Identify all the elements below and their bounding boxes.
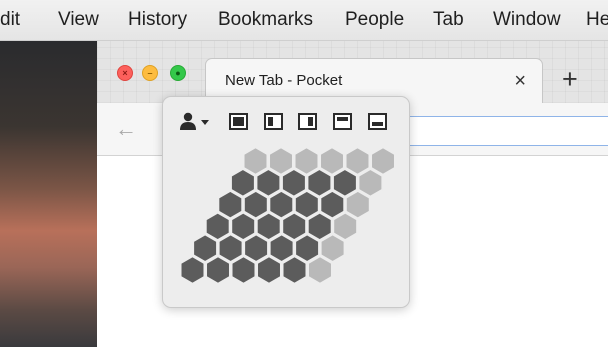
hex-cell[interactable] [358, 168, 383, 198]
hex-cell[interactable] [243, 146, 268, 176]
hex-cell[interactable] [320, 233, 345, 263]
menu-people[interactable]: People [345, 0, 404, 40]
hex-cell[interactable] [332, 212, 358, 241]
menu-view[interactable]: View [58, 0, 99, 40]
tab-close-icon[interactable]: × [514, 59, 526, 103]
hex-cell[interactable] [269, 233, 294, 263]
hex-cell[interactable] [256, 255, 282, 285]
hex-cell[interactable] [319, 146, 345, 176]
hex-cell[interactable] [256, 168, 281, 198]
hex-cell[interactable] [345, 146, 370, 176]
hex-cell[interactable] [307, 212, 333, 241]
hex-cell[interactable] [268, 146, 294, 176]
hex-cell[interactable] [231, 255, 256, 285]
hex-cell[interactable] [370, 146, 396, 176]
window-zoom-button[interactable]: ● [170, 65, 186, 81]
hex-cell[interactable] [281, 212, 307, 241]
hex-grid[interactable] [163, 97, 411, 309]
hex-cell[interactable] [307, 255, 333, 285]
window-close-button[interactable]: × [117, 65, 133, 81]
hex-cell[interactable] [319, 190, 345, 219]
hex-cell[interactable] [294, 233, 320, 263]
desktop-background [0, 41, 97, 347]
hex-cell[interactable] [230, 212, 256, 241]
hex-cell[interactable] [230, 168, 256, 198]
menu-help[interactable]: He [586, 0, 608, 40]
hex-cell[interactable] [243, 190, 269, 219]
hex-cell[interactable] [180, 255, 205, 285]
hex-cell[interactable] [294, 190, 320, 219]
menu-edit[interactable]: dit [0, 0, 20, 40]
hex-cell[interactable] [307, 168, 332, 198]
back-button[interactable]: ← [115, 103, 137, 155]
hex-cell[interactable] [282, 255, 307, 285]
hex-cell[interactable] [332, 168, 358, 198]
hex-cell[interactable] [218, 233, 243, 263]
hex-cell[interactable] [294, 146, 319, 176]
new-tab-button[interactable]: + [562, 57, 578, 101]
menu-bookmarks[interactable]: Bookmarks [218, 0, 313, 40]
hex-cell[interactable] [256, 212, 282, 241]
menu-tab[interactable]: Tab [433, 0, 464, 40]
menu-window[interactable]: Window [493, 0, 561, 40]
menu-bar: dit View History Bookmarks People Tab Wi… [0, 0, 608, 41]
hex-cell[interactable] [192, 233, 218, 263]
tab-strip: × – ● New Tab - Pocket × + [97, 41, 608, 103]
hex-cell[interactable] [243, 233, 269, 263]
menu-history[interactable]: History [128, 0, 187, 40]
window-layout-popup [162, 96, 410, 308]
hex-cell[interactable] [281, 168, 307, 198]
hex-cell[interactable] [217, 190, 243, 219]
hex-cell[interactable] [205, 212, 231, 241]
hex-cell[interactable] [268, 190, 294, 219]
hex-cell[interactable] [345, 190, 371, 219]
hex-cell[interactable] [205, 255, 231, 285]
window-minimize-button[interactable]: – [142, 65, 158, 81]
